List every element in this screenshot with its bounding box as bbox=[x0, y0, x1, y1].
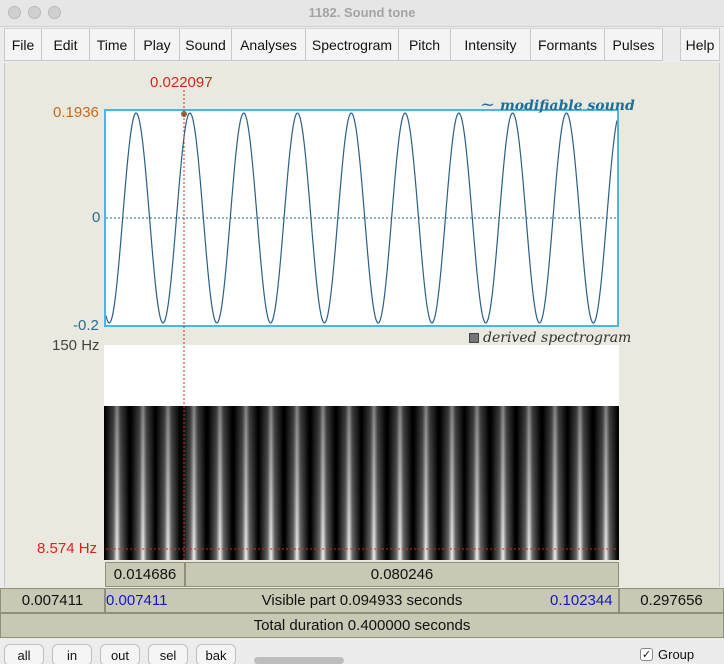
menu-time[interactable]: Time bbox=[90, 28, 135, 61]
derived-spectrogram-text: derived spectrogram bbox=[483, 330, 632, 346]
menu-pulses[interactable]: Pulses bbox=[605, 28, 663, 61]
tilde-icon: ~ bbox=[480, 94, 496, 115]
menu-intensity[interactable]: Intensity bbox=[451, 28, 531, 61]
spectrogram-stripe bbox=[156, 406, 181, 560]
spectrogram-stripe bbox=[413, 406, 438, 560]
total-duration-bar[interactable]: Total duration 0.400000 seconds bbox=[0, 613, 724, 638]
spectrogram-stripe bbox=[542, 406, 567, 560]
menu-sound[interactable]: Sound bbox=[180, 28, 232, 61]
spectrogram-stripe bbox=[568, 406, 593, 560]
frequency-top-label: 150 Hz bbox=[52, 337, 100, 354]
spectrogram-stripe bbox=[259, 406, 284, 560]
spectrogram-stripe bbox=[465, 406, 490, 560]
menu-play[interactable]: Play bbox=[135, 28, 180, 61]
spectrogram-stripe bbox=[388, 406, 413, 560]
menu-formants[interactable]: Formants bbox=[531, 28, 605, 61]
left-outside-duration[interactable]: 0.007411 bbox=[0, 588, 105, 613]
group-toggle[interactable]: ✓ Group bbox=[640, 647, 694, 662]
group-checkbox[interactable]: ✓ bbox=[640, 648, 653, 661]
zoom-all-button[interactable]: all bbox=[4, 644, 44, 664]
waveform-plot bbox=[105, 111, 618, 324]
spectrogram-stripe bbox=[285, 406, 310, 560]
menu-spectrogram[interactable]: Spectrogram bbox=[306, 28, 399, 61]
spectrogram-stripe bbox=[516, 406, 541, 560]
spectrogram-stripe bbox=[362, 406, 387, 560]
amplitude-zero-label: 0 bbox=[92, 209, 101, 226]
spectrogram-stripe bbox=[491, 406, 516, 560]
modifiable-sound-label: ~ modifiable sound bbox=[480, 94, 635, 115]
frequency-cursor-label: 8.574 Hz bbox=[37, 540, 98, 557]
menu-bar: File Edit Time Play Sound Analyses Spect… bbox=[0, 28, 724, 62]
derived-spectrogram-label: derived spectrogram bbox=[469, 330, 631, 346]
amplitude-top-label: 0.1936 bbox=[53, 104, 99, 121]
menu-analyses[interactable]: Analyses bbox=[232, 28, 306, 61]
selection-left-segment[interactable]: 0.014686 bbox=[105, 562, 185, 587]
spectrogram-stripe bbox=[594, 406, 619, 560]
zoom-selection-button[interactable]: sel bbox=[148, 644, 188, 664]
square-icon bbox=[469, 333, 479, 343]
zoom-back-button[interactable]: bak bbox=[196, 644, 236, 664]
spectrogram-stripe bbox=[336, 406, 361, 560]
menu-file[interactable]: File bbox=[4, 28, 42, 61]
cursor-time-label: 0.022097 bbox=[150, 74, 213, 91]
waveform-panel[interactable] bbox=[104, 109, 619, 327]
group-label: Group bbox=[658, 647, 695, 662]
spectrogram-stripe bbox=[182, 406, 207, 560]
amplitude-bottom-label: -0.2 bbox=[73, 317, 99, 334]
horizontal-scrollbar[interactable] bbox=[254, 654, 614, 664]
zoom-in-button[interactable]: in bbox=[52, 644, 92, 664]
scrollbar-thumb[interactable] bbox=[254, 657, 344, 664]
window-start-time: 0.007411 bbox=[106, 592, 168, 609]
spectrogram-stripe bbox=[310, 406, 335, 560]
spectrogram-stripe bbox=[207, 406, 232, 560]
visible-part-bar[interactable]: Visible part 0.094933 seconds bbox=[105, 588, 619, 613]
menu-help[interactable]: Help bbox=[680, 28, 720, 61]
menu-pitch[interactable]: Pitch bbox=[399, 28, 451, 61]
menu-edit[interactable]: Edit bbox=[42, 28, 90, 61]
spectrogram-image bbox=[104, 406, 619, 560]
visible-part-caption: Visible part 0.094933 seconds bbox=[261, 592, 463, 609]
selection-right-segment[interactable]: 0.080246 bbox=[185, 562, 619, 587]
right-outside-duration[interactable]: 0.297656 bbox=[619, 588, 724, 613]
spectrogram-panel[interactable] bbox=[104, 345, 619, 560]
cursor-value-marker bbox=[181, 111, 187, 117]
title-bar: 1182. Sound tone bbox=[0, 0, 724, 27]
spectrogram-stripe bbox=[130, 406, 155, 560]
window-end-time: 0.102344 bbox=[550, 592, 613, 609]
zoom-out-button[interactable]: out bbox=[100, 644, 140, 664]
spectrogram-stripe bbox=[233, 406, 258, 560]
modifiable-sound-text: modifiable sound bbox=[499, 98, 635, 114]
spectrogram-stripe bbox=[439, 406, 464, 560]
spectrogram-stripe bbox=[104, 406, 129, 560]
window-title: 1182. Sound tone bbox=[308, 5, 416, 20]
